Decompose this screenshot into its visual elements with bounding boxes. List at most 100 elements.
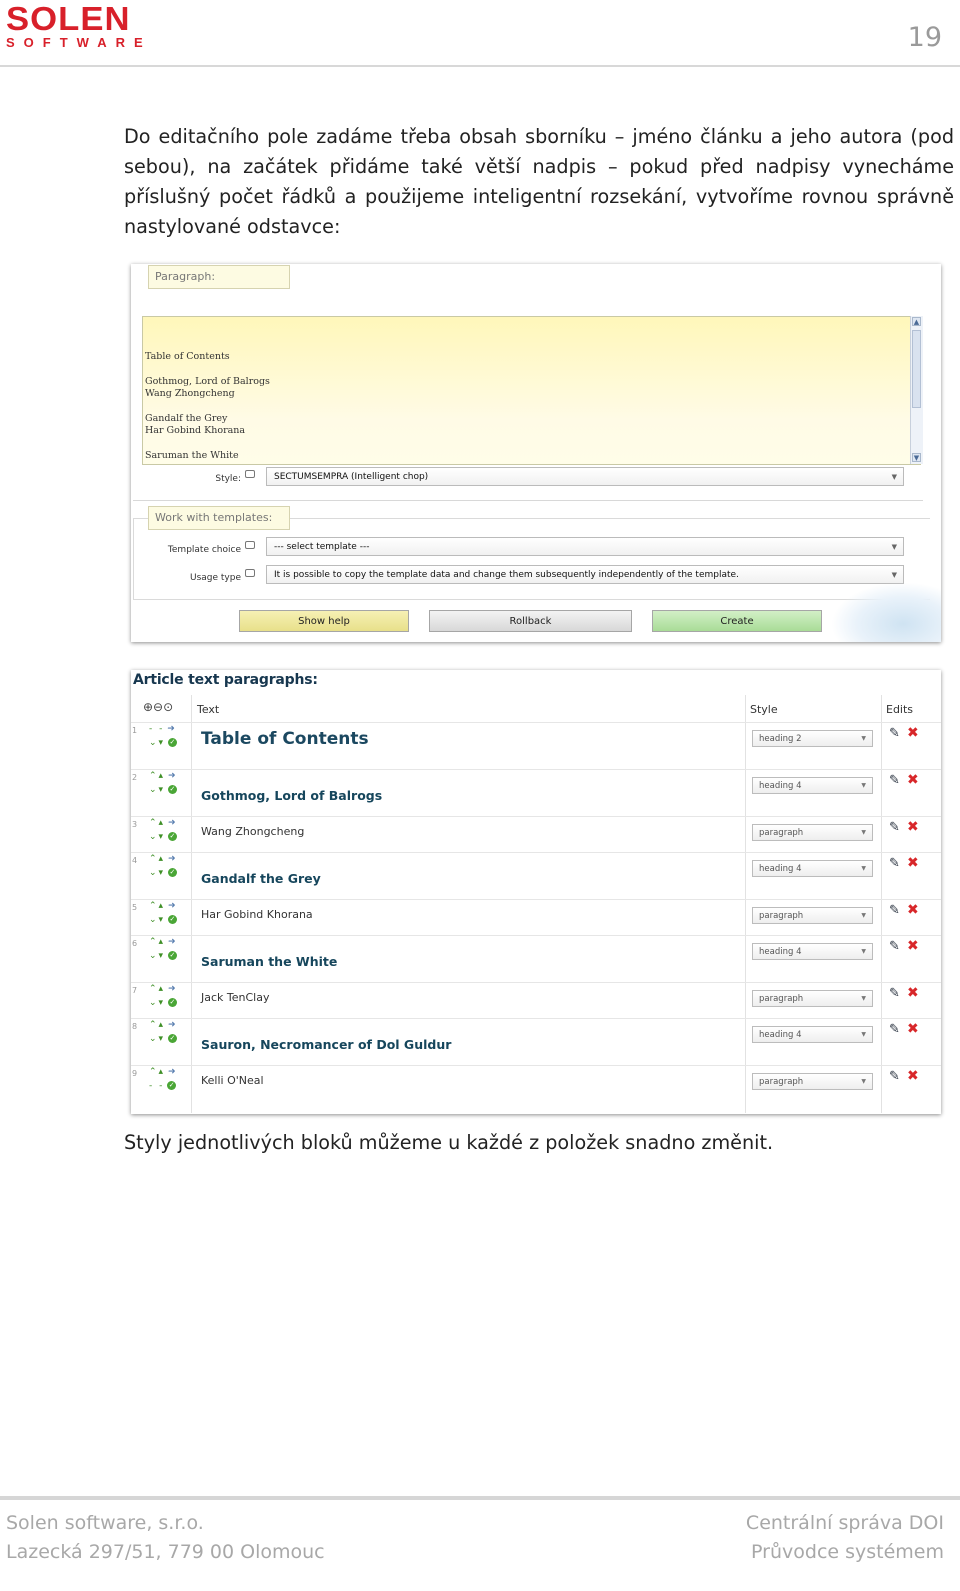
row-style-select[interactable]: heading 4 ▼: [752, 777, 873, 794]
row-number: 2: [132, 773, 138, 782]
expand-collapse-icons[interactable]: ⊕⊖⊙: [143, 700, 173, 714]
create-button[interactable]: Create: [652, 610, 822, 632]
move-down-icon[interactable]: ⌄▾: [149, 1034, 165, 1044]
decorative-image: [831, 582, 941, 642]
move-up-icon[interactable]: ⌃▴: [149, 901, 165, 911]
row-style-select[interactable]: heading 2 ▼: [752, 730, 873, 747]
row-number: 5: [132, 903, 138, 912]
move-right-icon[interactable]: ➜: [168, 1020, 176, 1030]
delete-icon[interactable]: ✖: [907, 1021, 919, 1037]
move-right-icon[interactable]: ➜: [167, 724, 175, 734]
delete-icon[interactable]: ✖: [907, 772, 919, 788]
delete-icon[interactable]: ✖: [907, 725, 919, 741]
usage-type-select[interactable]: It is possible to copy the template data…: [266, 565, 904, 584]
move-right-icon[interactable]: ➜: [168, 818, 176, 828]
move-up-icon[interactable]: ⌃▴: [149, 771, 165, 781]
move-right-icon[interactable]: ➜: [168, 1067, 176, 1077]
confirm-icon[interactable]: ✓: [167, 868, 177, 877]
usage-type-info-icon[interactable]: [245, 569, 255, 577]
style-select[interactable]: SECTUMSEMPRA (Intelligent chop) ▼: [266, 467, 904, 486]
confirm-icon[interactable]: ✓: [167, 951, 177, 960]
move-down-icon[interactable]: ⌄▾: [149, 868, 165, 878]
row-move-controls[interactable]: ⌃▴ ➜ ⌄▾ ✓: [149, 982, 191, 1010]
row-move-controls[interactable]: - - ➜ ⌄▾ ✓: [149, 722, 191, 750]
confirm-icon[interactable]: ✓: [167, 1034, 177, 1043]
move-down-icon[interactable]: ⌄▾: [149, 832, 165, 842]
confirm-icon[interactable]: ✓: [167, 738, 177, 747]
move-right-icon[interactable]: ➜: [168, 771, 176, 781]
row-move-controls[interactable]: ⌃▴ ➜ ⌄▾ ✓: [149, 1018, 191, 1046]
confirm-icon[interactable]: ✓: [167, 832, 177, 841]
template-choice-info-icon[interactable]: [245, 541, 255, 549]
row-move-controls[interactable]: ⌃▴ ➜ ⌄▾ ✓: [149, 816, 191, 844]
row-style-select[interactable]: paragraph ▼: [752, 1073, 873, 1090]
row-style-select[interactable]: paragraph ▼: [752, 990, 873, 1007]
chevron-down-icon: ▼: [861, 995, 866, 1002]
style-info-icon[interactable]: [245, 470, 255, 478]
row-style-select[interactable]: heading 4 ▼: [752, 1026, 873, 1043]
show-help-button[interactable]: Show help: [239, 610, 409, 632]
move-down-icon[interactable]: ⌄▾: [149, 951, 165, 961]
delete-icon[interactable]: ✖: [907, 985, 919, 1001]
delete-icon[interactable]: ✖: [907, 819, 919, 835]
move-right-icon[interactable]: ➜: [168, 854, 176, 864]
row-style-select[interactable]: heading 4 ▼: [752, 860, 873, 877]
scroll-up-icon[interactable]: ▲: [912, 317, 921, 326]
confirm-icon[interactable]: ✓: [167, 1081, 177, 1090]
move-up-icon[interactable]: ⌃▴: [149, 1020, 165, 1030]
edit-icon[interactable]: ✎: [889, 903, 900, 918]
move-down-icon[interactable]: ⌄▾: [149, 915, 165, 925]
confirm-icon[interactable]: ✓: [167, 998, 177, 1007]
row-move-controls[interactable]: ⌃▴ ➜ ⌄▾ ✓: [149, 769, 191, 797]
move-down-icon[interactable]: ⌄▾: [149, 998, 165, 1008]
row-move-controls[interactable]: ⌃▴ ➜ ⌄▾ ✓: [149, 852, 191, 880]
row-text: Jack TenClay: [201, 991, 270, 1004]
scroll-down-icon[interactable]: ▼: [912, 453, 921, 462]
row-number: 4: [132, 856, 138, 865]
edit-icon[interactable]: ✎: [889, 939, 900, 954]
table-row: 9 ⌃▴ ➜ - - ✓ Kelli O'Neal paragraph ▼ ✎ ✖: [131, 1065, 941, 1101]
move-up-icon[interactable]: ⌃▴: [149, 1067, 165, 1077]
move-right-icon[interactable]: ➜: [168, 984, 176, 994]
row-style-value: heading 4: [759, 947, 802, 957]
confirm-icon[interactable]: ✓: [167, 915, 177, 924]
row-move-controls[interactable]: ⌃▴ ➜ - - ✓: [149, 1065, 191, 1093]
move-down-icon[interactable]: - -: [149, 1081, 164, 1091]
row-style-select[interactable]: paragraph ▼: [752, 824, 873, 841]
move-up-icon[interactable]: ⌃▴: [149, 818, 165, 828]
move-down-icon[interactable]: ⌄▾: [149, 785, 165, 795]
row-move-controls[interactable]: ⌃▴ ➜ ⌄▾ ✓: [149, 899, 191, 927]
edit-icon[interactable]: ✎: [889, 773, 900, 788]
move-right-icon[interactable]: ➜: [168, 901, 176, 911]
move-up-icon[interactable]: ⌃▴: [149, 854, 165, 864]
delete-icon[interactable]: ✖: [907, 855, 919, 871]
move-up-icon[interactable]: ⌃▴: [149, 984, 165, 994]
edit-icon[interactable]: ✎: [889, 820, 900, 835]
editor-line: Wang Zhongcheng: [145, 388, 235, 400]
edit-icon[interactable]: ✎: [889, 856, 900, 871]
edit-icon[interactable]: ✎: [889, 986, 900, 1001]
delete-icon[interactable]: ✖: [907, 1068, 919, 1084]
rollback-button[interactable]: Rollback: [429, 610, 632, 632]
scroll-thumb[interactable]: [912, 330, 921, 408]
row-style-select[interactable]: paragraph ▼: [752, 907, 873, 924]
move-down-icon[interactable]: ⌄▾: [149, 738, 165, 748]
row-style-select[interactable]: heading 4 ▼: [752, 943, 873, 960]
confirm-icon[interactable]: ✓: [167, 785, 177, 794]
delete-icon[interactable]: ✖: [907, 902, 919, 918]
chevron-down-icon: ▼: [861, 735, 866, 742]
row-move-controls[interactable]: ⌃▴ ➜ ⌄▾ ✓: [149, 935, 191, 963]
paragraph-editor[interactable]: Table of Contents Gothmog, Lord of Balrog…: [142, 316, 921, 465]
template-choice-select[interactable]: --- select template --- ▼: [266, 537, 904, 556]
move-up-icon[interactable]: ⌃▴: [149, 937, 165, 947]
edit-icon[interactable]: ✎: [889, 1069, 900, 1084]
move-right-icon[interactable]: ➜: [168, 937, 176, 947]
move-up-icon[interactable]: - -: [149, 724, 164, 734]
edit-icon[interactable]: ✎: [889, 726, 900, 741]
editor-scrollbar[interactable]: ▲ ▼: [910, 316, 923, 464]
logo-main-text: SOLEN: [6, 0, 131, 37]
edit-icon[interactable]: ✎: [889, 1022, 900, 1037]
delete-icon[interactable]: ✖: [907, 938, 919, 954]
editor-line: Gothmog, Lord of Balrogs: [145, 375, 270, 387]
row-divider: [131, 935, 941, 936]
